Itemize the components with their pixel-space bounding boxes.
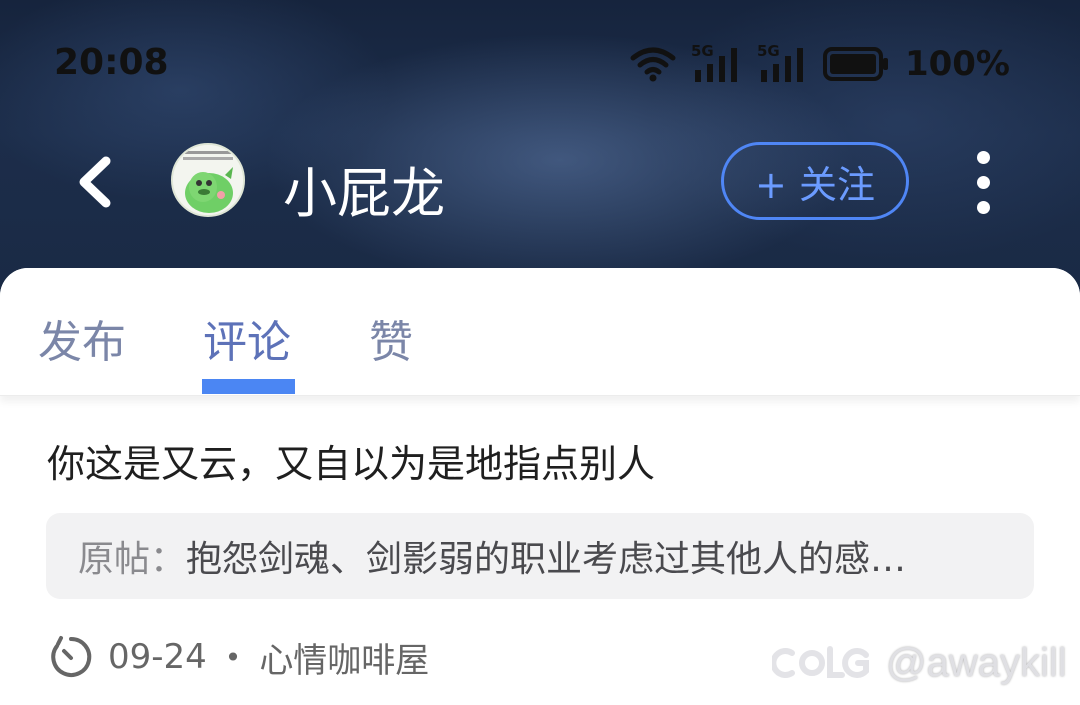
clock-icon [51,636,92,677]
comment-category[interactable]: 心情咖啡屋 [259,633,429,682]
profile-navbar: 小屁龙 + 关注 [0,135,1080,230]
status-bar: 20:08 5G 5G 100% [0,38,1080,90]
active-tab-indicator [202,379,295,394]
back-arrow-icon[interactable] [68,147,124,217]
quote-text: 抱怨剑魂、剑影弱的职业考虑过其他人的感… [186,539,907,580]
cellular-signal-1-icon: 5G [691,42,743,84]
original-post-quote[interactable]: 原帖： 抱怨剑魂、剑影弱的职业考虑过其他人的感… [46,513,1034,599]
tab-likes[interactable]: 赞 [369,306,413,370]
profile-header-background: 20:08 5G 5G 100% 小屁龙 + 关注 [0,0,1080,300]
quote-label: 原帖： [78,539,187,580]
follow-button[interactable]: + 关注 [721,142,909,220]
battery-icon [822,47,888,81]
meta-separator: • [224,640,242,674]
profile-username: 小屁龙 [283,162,445,225]
more-options-icon[interactable] [968,147,998,217]
status-icons: 5G 5G 100% [629,42,1010,84]
colg-logo-icon [772,646,869,678]
avatar[interactable] [171,143,245,217]
watermark: @awaykill [772,638,1067,688]
battery-percentage: 100% [904,44,1010,84]
watermark-handle: @awaykill [886,640,1067,685]
comment-text[interactable]: 你这是又云，又自以为是地指点别人 [47,433,655,488]
tab-posts[interactable]: 发布 [38,306,126,370]
comment-date: 09-24 [108,637,207,677]
dragon-avatar-icon [173,145,243,215]
cellular-signal-2-icon: 5G [757,42,809,84]
status-time: 20:08 [54,42,169,83]
profile-tabs: 发布 评论 赞 [0,268,1080,396]
comment-meta: 09-24 • 心情咖啡屋 [48,633,429,682]
wifi-icon [630,47,676,82]
tab-comments[interactable]: 评论 [203,306,291,370]
